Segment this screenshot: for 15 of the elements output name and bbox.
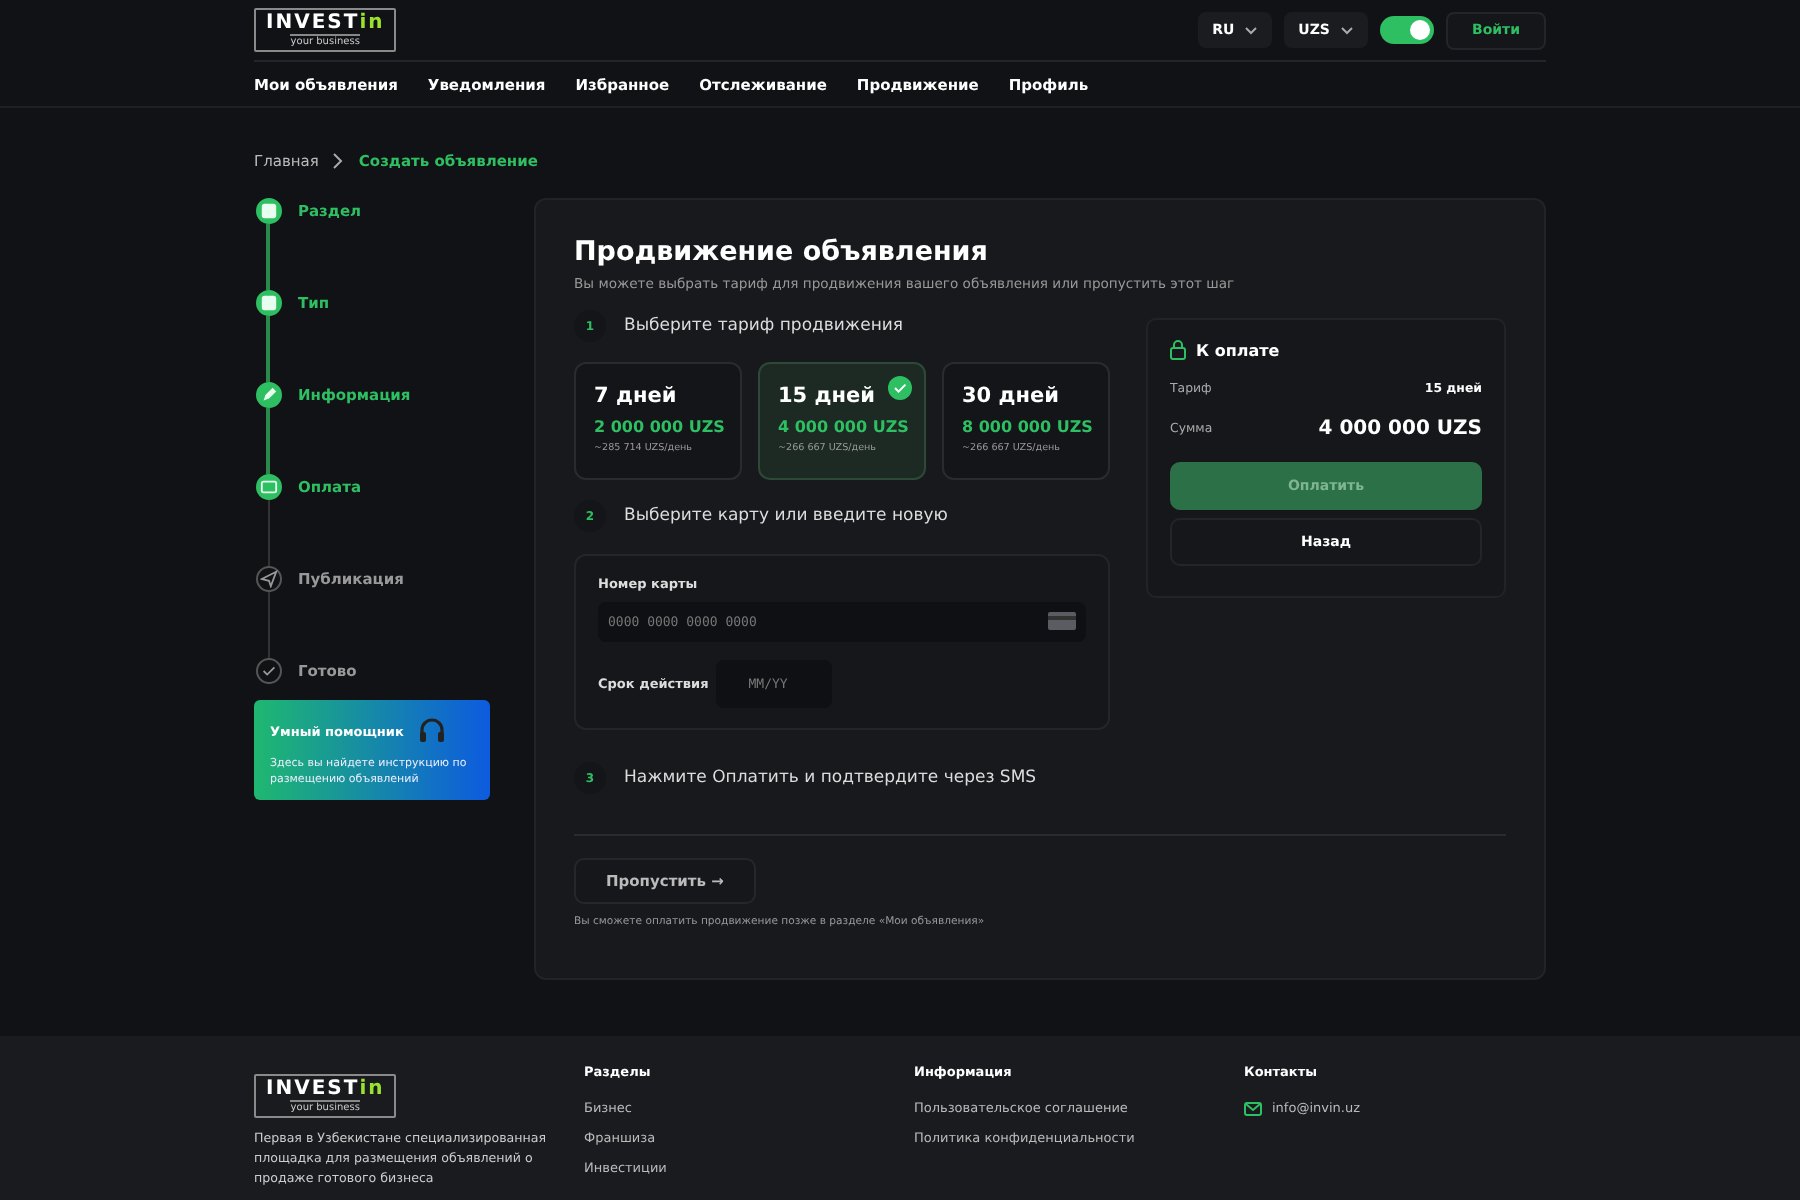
- step-heading: Выберите тариф продвижения: [624, 316, 904, 336]
- step-heading: Нажмите Оплатить и подтвердите через SMS: [624, 768, 1037, 788]
- chevron-icon: [1339, 25, 1354, 35]
- summary-title: К оплате: [1196, 341, 1280, 359]
- chevron-icon: [1244, 25, 1259, 35]
- check-icon: [888, 376, 912, 400]
- step-heading: Выберите карту или введите новую: [624, 506, 948, 526]
- page-title: Продвижение объявления: [574, 236, 990, 268]
- chevron-right-icon: [332, 152, 345, 170]
- mail-icon: [1244, 1101, 1262, 1115]
- theme-toggle[interactable]: [1379, 16, 1434, 44]
- card-icon: [1048, 612, 1076, 630]
- sum-value: 4 000 000 UZS: [1318, 418, 1482, 440]
- lock-icon: [1170, 340, 1186, 360]
- headset-icon: [415, 716, 448, 748]
